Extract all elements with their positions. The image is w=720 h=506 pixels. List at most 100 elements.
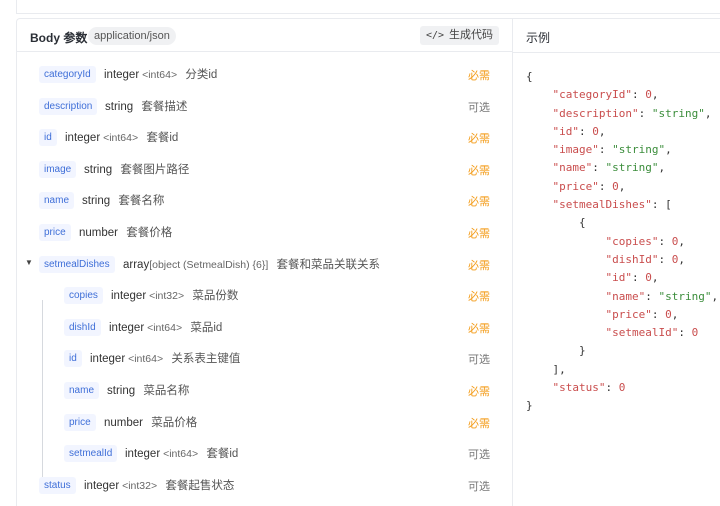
code-line: "setmealId": 0 (605, 326, 699, 340)
param-type-name: string (82, 195, 111, 208)
param-description: 关系表主键值 (168, 353, 241, 366)
param-description: 菜品id (187, 321, 223, 334)
param-description: 分类id (182, 69, 218, 81)
param-type-name: integer (111, 290, 147, 303)
param-name-tag: setmealDishes (39, 255, 115, 273)
previous-section-edge (16, 0, 720, 14)
body-params-title: Body 参数 (30, 31, 88, 45)
param-row-image: image string 套餐图片路径 必需 (17, 154, 512, 185)
param-row-setmealId: setmealId integer <int64> 套餐id 可选 (17, 438, 512, 469)
param-name-tag: status (39, 476, 76, 494)
param-required-status: 必需 (468, 70, 490, 82)
param-name-tag: price (64, 413, 96, 431)
param-row-name: name string 套餐名称 必需 (17, 185, 512, 216)
param-row-dishId: dishId integer <int64> 菜品id 必需 (17, 312, 512, 343)
param-type-name: integer (125, 448, 161, 461)
param-type-name: integer (104, 69, 140, 81)
param-format: <int64> (139, 69, 178, 81)
param-description: 套餐id (143, 132, 179, 145)
param-type: integer <int64> 分类id (104, 66, 217, 82)
content-type-badge: application/json (88, 27, 176, 45)
param-row-copies: copies integer <int32> 菜品份数 必需 (17, 280, 512, 311)
code-line: "setmealDishes": [ (552, 198, 672, 212)
param-description: 套餐和菜品关联关系 (273, 258, 380, 271)
param-description: 套餐价格 (123, 227, 173, 239)
param-format: [object (SetmealDish) {6}] (149, 258, 269, 271)
param-description: 套餐名称 (115, 195, 165, 208)
param-format: <int32> (119, 479, 158, 492)
param-name-tag: setmealId (64, 445, 118, 463)
code-line: ], (526, 362, 566, 376)
param-type-name: array (123, 258, 150, 271)
param-row-id: id integer <int64> 关系表主键值 可选 (17, 343, 512, 374)
param-required-status: 可选 (468, 101, 490, 114)
code-line: "name": "string", (605, 289, 719, 303)
param-type: integer <int64> 菜品id (109, 319, 222, 335)
param-type-name: integer (109, 321, 145, 334)
param-type-name: number (79, 227, 118, 239)
param-type: string 套餐描述 (105, 98, 187, 114)
param-required-status: 必需 (468, 228, 490, 240)
param-type: array[object (SetmealDish) {6}] 套餐和菜品关联关… (123, 256, 380, 272)
example-json-code: { "categoryId": 0, "description": "strin… (526, 68, 718, 416)
code-line: "image": "string", (552, 143, 672, 157)
param-type-name: integer (65, 132, 101, 145)
param-required-status: 必需 (468, 417, 490, 430)
param-name-tag: id (64, 350, 82, 368)
param-format: <int32> (146, 290, 185, 303)
code-line: "categoryId": 0, (552, 88, 659, 102)
param-required-status: 可选 (468, 354, 490, 367)
param-type: number 套餐价格 (79, 224, 172, 240)
code-line: "id": 0, (552, 124, 606, 138)
param-type-name: string (105, 100, 134, 113)
example-divider (513, 52, 720, 53)
param-format: <int64> (125, 353, 164, 366)
param-description: 菜品份数 (189, 290, 239, 303)
param-row-id: id integer <int64> 套餐id 必需 (17, 122, 512, 153)
code-line: "copies": 0, (605, 234, 685, 248)
param-required-status: 必需 (468, 259, 490, 272)
code-line: "name": "string", (552, 161, 666, 175)
param-type: integer <int64> 关系表主键值 (90, 350, 240, 366)
param-name-tag: name (39, 192, 75, 210)
param-name-tag: dishId (64, 318, 101, 336)
param-required-status: 必需 (468, 133, 490, 146)
code-line: "price": 0, (605, 307, 679, 321)
param-description: 套餐id (203, 448, 239, 461)
param-type: string 套餐图片路径 (84, 161, 189, 177)
param-row-setmealDishes: ▼ setmealDishes array[object (SetmealDish)… (17, 249, 512, 280)
param-row-name: name string 菜品名称 必需 (17, 375, 512, 406)
param-required-status: 可选 (468, 480, 490, 493)
body-params-header: Body 参数 application/json </> 生成代码 (17, 19, 512, 52)
code-line: "description": "string", (552, 106, 712, 120)
code-line: } (526, 399, 533, 413)
code-icon: </> (425, 30, 444, 41)
param-type-name: string (84, 163, 113, 176)
param-type-name: string (107, 385, 136, 397)
param-name-tag: id (39, 129, 57, 147)
param-description: 套餐图片路径 (117, 163, 190, 176)
example-panel: 示例 { "categoryId": 0, "description": "st… (513, 18, 720, 506)
param-type: integer <int64> 套餐id (125, 445, 238, 461)
param-name-tag: categoryId (39, 66, 96, 83)
param-description: 菜品价格 (148, 416, 198, 429)
param-type: string 菜品名称 (107, 382, 189, 398)
caret-down-icon[interactable]: ▼ (25, 258, 33, 267)
param-description: 套餐描述 (138, 100, 188, 113)
generate-code-button[interactable]: </> 生成代码 (419, 26, 499, 45)
generate-code-label: 生成代码 (449, 29, 493, 41)
param-required-status: 必需 (468, 291, 490, 304)
example-title: 示例 (526, 31, 551, 45)
code-line: { (526, 70, 533, 83)
code-line: } (526, 344, 586, 358)
param-type: integer <int64> 套餐id (65, 129, 178, 145)
param-name-tag: description (39, 97, 98, 115)
code-line: "dishId": 0, (605, 252, 685, 266)
param-required-status: 必需 (468, 386, 490, 398)
param-name-tag: price (39, 224, 71, 241)
code-line: "status": 0 (552, 381, 626, 395)
param-row-price: price number 菜品价格 必需 (17, 407, 512, 438)
param-row-price: price number 套餐价格 必需 (17, 217, 512, 248)
param-format: <int64> (100, 132, 139, 145)
param-required-status: 必需 (468, 196, 490, 209)
